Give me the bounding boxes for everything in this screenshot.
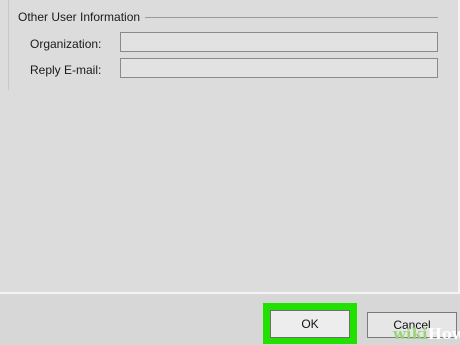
wikihow-watermark: wikiHow	[393, 325, 460, 343]
reply-email-label: Reply E-mail:	[30, 63, 102, 77]
other-user-information-group: Other User Information	[18, 9, 438, 25]
watermark-how: How	[427, 325, 460, 343]
watermark-wiki: wiki	[393, 325, 428, 343]
organization-label: Organization:	[30, 37, 102, 51]
account-settings-dialog: Other User Information Organization: Rep…	[0, 0, 460, 345]
organization-row: Organization:	[0, 32, 460, 56]
organization-input[interactable]	[120, 32, 438, 52]
reply-email-input[interactable]	[120, 58, 438, 78]
ok-button[interactable]: OK	[270, 310, 350, 338]
reply-email-row: Reply E-mail:	[0, 58, 460, 82]
group-title: Other User Information	[18, 9, 146, 25]
dialog-content-area: Other User Information Organization: Rep…	[0, 0, 460, 294]
